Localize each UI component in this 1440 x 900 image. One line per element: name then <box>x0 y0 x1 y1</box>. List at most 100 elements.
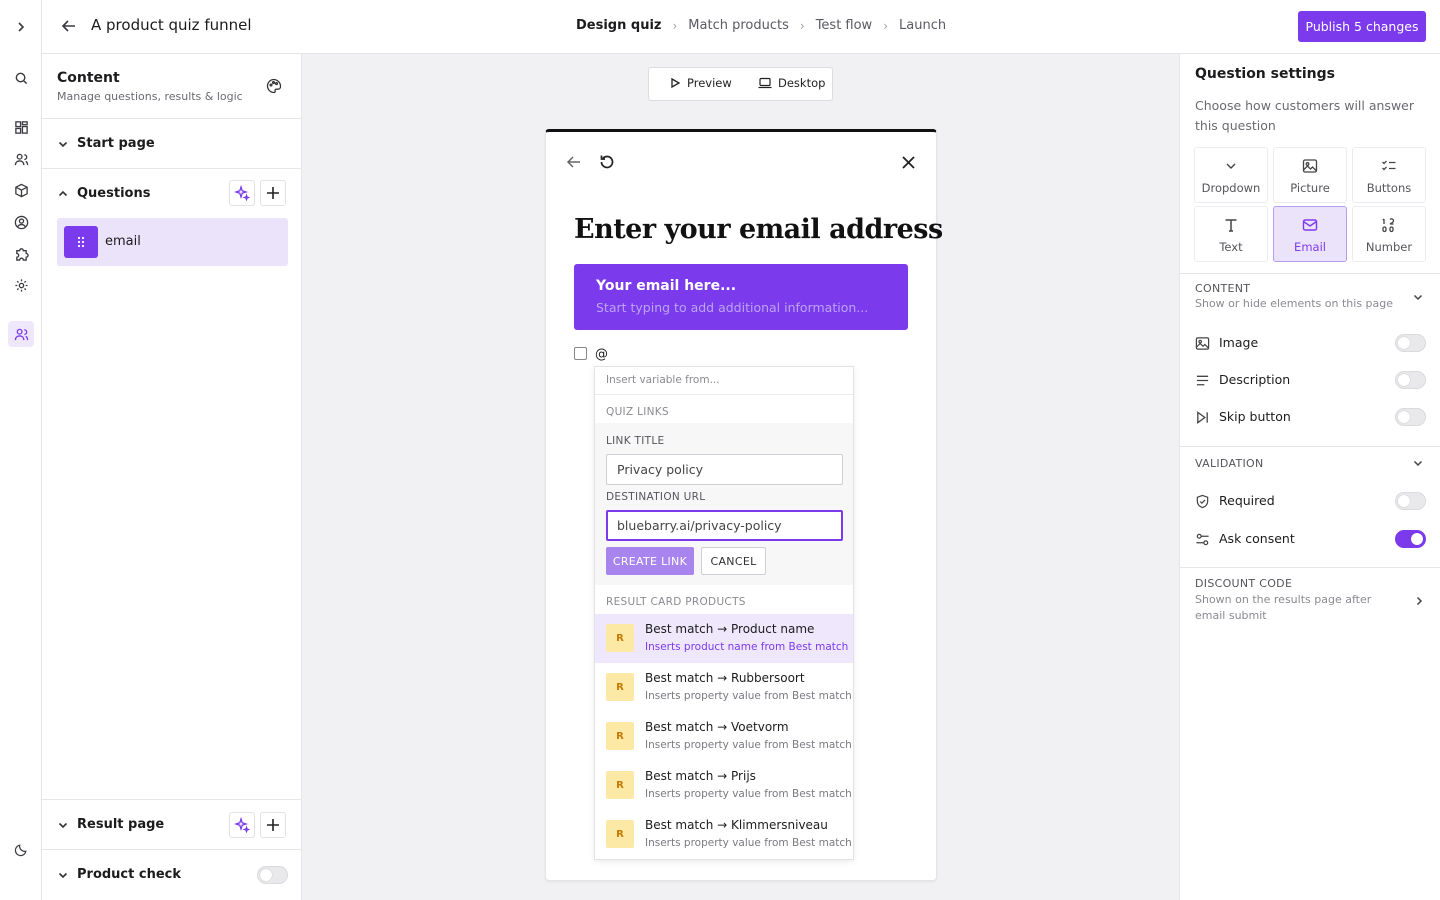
required-label: Required <box>1219 493 1275 508</box>
preview-button[interactable]: Preview <box>669 76 732 90</box>
link-title-label: LINK TITLE <box>606 435 665 447</box>
consent-text-input[interactable]: @ <box>595 347 608 362</box>
step-test-flow[interactable]: Test flow <box>816 18 873 33</box>
users-icon[interactable] <box>8 146 34 172</box>
ask-consent-toggle[interactable] <box>1395 530 1426 548</box>
page-title: A product quiz funnel <box>91 16 252 34</box>
link-title-input[interactable] <box>606 454 843 485</box>
chevron-down-icon <box>1223 158 1239 174</box>
content-subtitle: Manage questions, results & logic <box>57 90 243 103</box>
back-arrow-icon[interactable] <box>566 154 582 170</box>
list-item[interactable]: R Best match → Product name Inserts prod… <box>595 614 853 663</box>
back-arrow-icon[interactable] <box>60 17 78 35</box>
image-toggle[interactable] <box>1395 334 1426 352</box>
sparkle-icon <box>234 817 250 833</box>
destination-url-label: DESTINATION URL <box>606 491 706 503</box>
publish-button[interactable]: Publish 5 changes <box>1298 11 1426 42</box>
create-link-button[interactable]: CREATE LINK <box>606 547 694 575</box>
questions-label: Questions <box>77 186 151 201</box>
item-title: Best match → Voetvorm <box>645 720 789 734</box>
required-toggle-row: Required <box>1195 492 1427 512</box>
type-text-button[interactable]: Text <box>1194 206 1268 262</box>
checklist-icon <box>1381 158 1397 174</box>
chevron-up-icon <box>57 188 69 200</box>
item-title: Best match → Prijs <box>645 769 756 783</box>
account-icon[interactable] <box>8 209 34 235</box>
type-dropdown-button[interactable]: Dropdown <box>1194 147 1268 203</box>
audience-icon[interactable] <box>8 321 34 347</box>
palette-icon[interactable] <box>266 78 282 94</box>
chevron-right-icon: › <box>799 18 805 33</box>
list-item[interactable]: R Best match → Voetvorm Inserts property… <box>595 712 853 761</box>
ai-sparkle-button[interactable] <box>229 812 255 838</box>
chevron-down-icon <box>57 138 69 150</box>
validation-section-header[interactable]: VALIDATION <box>1195 457 1264 470</box>
chevron-down-icon[interactable] <box>1412 291 1424 303</box>
destination-url-input[interactable] <box>606 510 843 541</box>
quiz-links-header: QUIZ LINKS <box>606 406 669 418</box>
list-item[interactable]: R Best match → Klimmersniveau Inserts pr… <box>595 810 853 859</box>
chevron-right-icon: › <box>883 18 889 33</box>
close-icon[interactable] <box>901 155 916 170</box>
search-icon[interactable] <box>8 65 34 91</box>
ask-consent-toggle-row: Ask consent <box>1195 530 1427 550</box>
divider <box>1180 567 1440 568</box>
variable-search-input[interactable]: Insert variable from... <box>595 367 853 395</box>
result-card-products-header: RESULT CARD PRODUCTS <box>606 596 746 608</box>
add-question-button[interactable] <box>260 180 286 206</box>
restart-icon[interactable] <box>598 153 616 171</box>
email-input[interactable]: Your email here... Start typing to add a… <box>574 264 908 330</box>
settings-description: Choose how customers will answer this qu… <box>1195 98 1415 133</box>
cancel-button[interactable]: CANCEL <box>701 547 766 575</box>
type-email-button[interactable]: Email <box>1273 206 1347 262</box>
shield-check-icon <box>1195 494 1210 509</box>
question-item-email[interactable]: email <box>57 218 288 266</box>
ask-consent-label: Ask consent <box>1219 531 1295 546</box>
expand-chevron-icon[interactable] <box>8 14 34 40</box>
skip-button-toggle-row: Skip button <box>1195 408 1427 428</box>
result-badge: R <box>606 771 634 799</box>
step-match-products[interactable]: Match products <box>688 18 789 33</box>
skip-button-toggle[interactable] <box>1395 408 1426 426</box>
result-badge: R <box>606 673 634 701</box>
type-picture-button[interactable]: Picture <box>1273 147 1347 203</box>
chevron-right-icon[interactable] <box>1413 595 1425 607</box>
drag-handle-icon[interactable] <box>64 226 98 258</box>
settings-icon[interactable] <box>8 272 34 298</box>
step-breadcrumb: Design quiz › Match products › Test flow… <box>576 18 946 33</box>
skip-button-label: Skip button <box>1219 409 1291 424</box>
play-icon <box>671 77 681 89</box>
dark-mode-icon[interactable] <box>8 837 34 863</box>
sparkle-icon <box>234 185 250 201</box>
device-button[interactable]: Desktop <box>758 76 825 90</box>
chevron-down-icon[interactable] <box>1412 457 1424 469</box>
type-number-button[interactable]: Number <box>1352 206 1426 262</box>
product-check-toggle[interactable] <box>257 866 288 884</box>
content-section-header[interactable]: CONTENT <box>1195 282 1250 295</box>
dashboard-icon[interactable] <box>8 114 34 140</box>
consent-checkbox[interactable] <box>574 347 587 360</box>
step-launch[interactable]: Launch <box>899 18 946 33</box>
step-design-quiz[interactable]: Design quiz <box>576 18 661 33</box>
nav-rail <box>0 0 42 900</box>
skip-icon <box>1195 410 1210 425</box>
description-toggle-row: Description <box>1195 371 1427 391</box>
discount-code-header[interactable]: DISCOUNT CODE <box>1195 577 1292 590</box>
result-page-section[interactable]: Result page <box>42 800 302 850</box>
result-badge: R <box>606 624 634 652</box>
puzzle-icon[interactable] <box>8 240 34 266</box>
list-item[interactable]: R Best match → Rubbersoort Inserts prope… <box>595 663 853 712</box>
required-toggle[interactable] <box>1395 492 1426 510</box>
add-result-button[interactable] <box>260 812 286 838</box>
start-page-section[interactable]: Start page <box>42 119 302 169</box>
description-toggle[interactable] <box>1395 371 1426 389</box>
item-title: Best match → Rubbersoort <box>645 671 805 685</box>
list-item[interactable]: R Best match → Prijs Inserts property va… <box>595 761 853 810</box>
type-buttons-button[interactable]: Buttons <box>1352 147 1426 203</box>
ai-sparkle-button[interactable] <box>229 180 255 206</box>
question-label: email <box>105 234 141 249</box>
package-icon[interactable] <box>8 177 34 203</box>
sliders-icon <box>1195 532 1210 547</box>
result-badge: R <box>606 722 634 750</box>
start-page-label: Start page <box>77 136 155 151</box>
